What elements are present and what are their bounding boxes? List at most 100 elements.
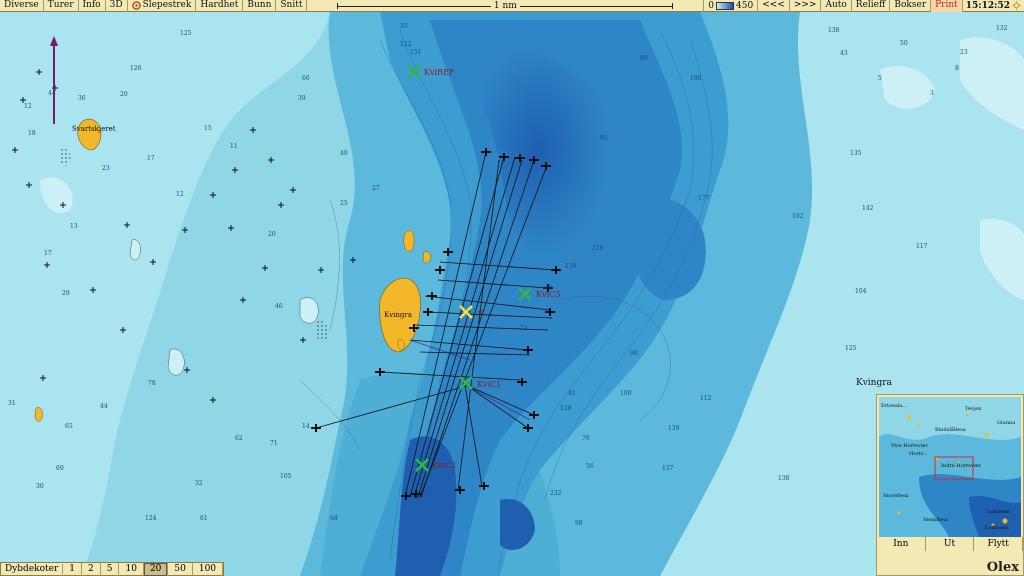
sounding: 29 xyxy=(62,290,70,297)
sounding: 88 xyxy=(640,55,648,62)
sounding: 20 xyxy=(268,231,276,238)
sounding: 128 xyxy=(560,405,572,412)
sounding: 8 xyxy=(955,65,959,72)
contour-option-20[interactable]: 20 xyxy=(143,562,169,576)
sounding: 61 xyxy=(200,515,208,522)
depth-gradient xyxy=(716,1,735,10)
marker-kviref-label: KviREF xyxy=(424,68,455,77)
sounding: 17 xyxy=(44,250,52,257)
bokser-button[interactable]: Bokser xyxy=(890,0,932,12)
sounding: 18 xyxy=(28,130,36,137)
sounding: 30 xyxy=(36,483,44,490)
overview-label: Lokiesen xyxy=(987,509,1010,515)
overview-label: Storeflesa xyxy=(883,493,909,499)
sounding: 62 xyxy=(235,435,243,442)
overview-map[interactable]: Ertensla... Tevjen Glunna Bindslåflesa Y… xyxy=(879,397,1021,537)
relieff-button[interactable]: Relieff xyxy=(852,0,891,12)
sounding: 232 xyxy=(550,490,562,497)
bunn-button[interactable]: Bunn xyxy=(243,0,277,12)
turer-button[interactable]: Turer xyxy=(44,0,79,12)
sounding: 66 xyxy=(302,75,310,82)
sounding: 32 xyxy=(195,480,203,487)
back-button[interactable]: <<< xyxy=(758,0,790,12)
sounding: 124 xyxy=(145,515,157,522)
zoom-out-button[interactable]: Ut xyxy=(926,537,975,551)
olex-chart-window: { "toolbar": { "buttons": ["Diverse", "T… xyxy=(0,0,1024,576)
print-button[interactable]: Print xyxy=(931,0,963,12)
contour-option-50[interactable]: 50 xyxy=(168,562,193,576)
sounding: 43 xyxy=(840,50,848,57)
sounding: 13 xyxy=(70,223,78,230)
overview-label: Bindslåflesa xyxy=(935,426,966,433)
move-button[interactable]: Flytt xyxy=(974,537,1024,551)
sounding: 216 xyxy=(592,245,604,252)
slepestrek-button[interactable]: Slepestrek xyxy=(128,0,197,12)
overview-label: Ytre Hortevær xyxy=(890,443,929,449)
marker-kvic2-label: KviC2 xyxy=(432,461,456,470)
target-circle-icon xyxy=(131,1,141,10)
sounding: 95 xyxy=(600,135,608,142)
sounding: 68 xyxy=(330,515,338,522)
sounding: 12 xyxy=(176,191,184,198)
forward-button[interactable]: >>> xyxy=(790,0,822,12)
sounding: 71 xyxy=(270,440,278,447)
3d-button[interactable]: 3D xyxy=(106,0,128,12)
sounding: 76 xyxy=(582,435,590,442)
contour-option-10[interactable]: 10 xyxy=(119,562,144,576)
overview-label: Lofbauen xyxy=(985,525,1010,531)
snitt-button[interactable]: Snitt xyxy=(276,0,308,12)
contour-option-5[interactable]: 5 xyxy=(101,562,120,576)
auto-button[interactable]: Auto xyxy=(821,0,852,12)
overview-label: Glunna xyxy=(997,420,1015,426)
depth-min: 0 xyxy=(708,0,715,11)
sounding: 135 xyxy=(850,150,862,157)
sounding: 27 xyxy=(372,185,380,192)
sounding: 11 xyxy=(230,143,238,150)
depth-legend: 0 450 xyxy=(703,0,759,12)
sounding: 138 xyxy=(778,475,790,482)
sounding: 132 xyxy=(996,25,1008,32)
hardhet-button[interactable]: Hardhet xyxy=(196,0,244,12)
diverse-button[interactable]: Diverse xyxy=(0,0,44,12)
sounding: 104 xyxy=(855,288,867,295)
sounding: 5 xyxy=(878,75,882,82)
sounding: 17 xyxy=(147,155,155,162)
sounding: 139 xyxy=(668,425,680,432)
contour-option-1[interactable]: 1 xyxy=(63,562,83,576)
sounding: 46 xyxy=(275,303,283,310)
sounding: 137 xyxy=(662,465,674,472)
contour-option-2[interactable]: 2 xyxy=(82,562,101,576)
overview-label: Hortv... xyxy=(909,451,928,457)
sounding: 102 xyxy=(792,213,804,220)
contour-option-100[interactable]: 100 xyxy=(193,562,224,576)
sounding: 12 xyxy=(24,103,32,110)
sounding: 98 xyxy=(575,520,583,527)
overview-label: Steinflesa xyxy=(923,517,948,523)
overview-label: Tevjen xyxy=(965,406,982,412)
sounding: 125 xyxy=(180,30,192,37)
marker-kvic3-label: KviC3 xyxy=(536,290,560,299)
sun-icon xyxy=(1012,1,1021,10)
clock-time: 15:12:52 xyxy=(965,0,1010,11)
marker-kvic1-label: KviC1 xyxy=(477,380,501,389)
kvingra-island-label: Kvingra xyxy=(384,311,412,319)
clock: 15:12:52 xyxy=(963,1,1024,11)
sounding: 23 xyxy=(960,49,968,56)
sounding: 125 xyxy=(845,345,857,352)
chart-map[interactable]: 125 126 138 132 142 135 20 36 12 44 39 1… xyxy=(0,12,1024,576)
overview-panel: Ertensla... Tevjen Glunna Bindslåflesa Y… xyxy=(876,394,1024,576)
sounding: 138 xyxy=(828,27,840,34)
slepestrek-label: Slepestrek xyxy=(142,0,192,10)
sounding: 177 xyxy=(698,195,710,202)
overview-label: Indre Hortevær xyxy=(941,463,982,469)
depth-max: 450 xyxy=(736,0,754,11)
sounding: 112 xyxy=(700,395,712,402)
olex-logo: Olex xyxy=(984,560,1021,575)
sounding: 72 xyxy=(520,325,528,332)
zoom-in-button[interactable]: Inn xyxy=(877,537,926,551)
scale-bar: 1 nm xyxy=(307,0,703,12)
info-button[interactable]: Info xyxy=(79,0,106,12)
sounding: 180 xyxy=(690,75,702,82)
sounding: 90 xyxy=(630,350,638,357)
sounding: 65 xyxy=(65,423,73,430)
